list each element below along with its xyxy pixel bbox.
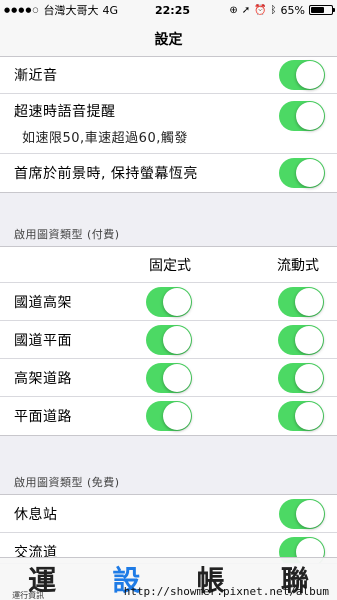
setting-label: 國道平面 [14,332,72,349]
setting-row-freeway-surface: 國道平面 [0,321,337,359]
tab-operation[interactable]: 運 運行資訊 [12,559,72,600]
navigation-bar: 設定 [0,20,337,58]
setting-label: 超速時語音提醒 [14,104,116,120]
toggle-knob [163,288,191,316]
toggle-knob [296,61,324,89]
setting-row-keep-screen-on: 首席於前景時, 保持螢幕恆亮 [0,154,337,192]
setting-sublabel: 如速限50,車速超過60,觸發 [22,131,188,146]
surface-road-mobile-toggle[interactable] [278,401,324,431]
toggle-knob [163,402,191,430]
column-header-mobile: 流動式 [277,257,319,274]
battery-fill [311,7,324,13]
network-type: 4G [102,3,119,17]
lock-rotation-icon: ⊕ [229,4,238,16]
column-header-fixed: 固定式 [149,257,191,274]
toggle-knob [296,159,324,187]
setting-label: 國道高架 [14,294,72,311]
setting-label: 休息站 [14,506,58,523]
section-header-paid: 啟用圖資類型 (付費) [14,228,120,241]
approach-sound-toggle[interactable] [279,60,325,90]
general-settings-group: 漸近音 超速時語音提醒 如速限50,車速超過60,觸發 首席於前景時, 保持螢幕… [0,56,337,193]
freeway-surface-fixed-toggle[interactable] [146,325,192,355]
setting-row-speed-alert: 超速時語音提醒 如速限50,車速超過60,觸發 [0,94,337,154]
section-header-free: 啟用圖資類型 (免費) [14,476,120,489]
keep-screen-on-toggle[interactable] [279,158,325,188]
toggle-knob [295,364,323,392]
setting-row-surface-road: 平面道路 [0,397,337,435]
surface-road-fixed-toggle[interactable] [146,401,192,431]
toggle-knob [163,326,191,354]
signal-strength-icon: ●●●●○ [4,6,40,14]
elevated-road-fixed-toggle[interactable] [146,363,192,393]
watermark-url: http://showmer.pixnet.net/album [123,585,329,598]
setting-row-freeway-elevated: 國道高架 [0,283,337,321]
bluetooth-icon: ᛒ [270,4,277,16]
carrier-name: 台灣大哥大 [43,4,99,17]
free-map-data-group: 休息站 交流道 [0,494,337,564]
status-left: ●●●●○ 台灣大哥大 4G [4,2,134,18]
speed-alert-toggle[interactable] [279,101,325,131]
toggle-knob [295,326,323,354]
toggle-knob [295,288,323,316]
tab-sublabel: 運行資訊 [12,591,45,600]
freeway-elevated-mobile-toggle[interactable] [278,287,324,317]
toggle-knob [163,364,191,392]
setting-label: 平面道路 [14,409,72,425]
battery-icon [309,5,335,15]
setting-row-elevated-road: 高架道路 [0,359,337,397]
setting-label: 高架道路 [14,370,72,387]
battery-percent: 65% [280,3,305,17]
setting-row-approach-sound: 漸近音 [0,57,337,94]
toggle-knob [296,102,324,130]
setting-label: 漸近音 [14,68,58,84]
status-right: ⊕ ➚ ⏰ ᛒ 65% [211,3,335,17]
column-header-row: 固定式 流動式 [0,247,337,283]
status-bar: ●●●●○ 台灣大哥大 4G 22:25 ⊕ ➚ ⏰ ᛒ 65% [0,0,337,20]
rest-area-toggle[interactable] [279,498,325,529]
page-title: 設定 [154,31,183,48]
setting-row-rest-area: 休息站 [0,495,337,533]
status-time: 22:25 [154,3,190,17]
freeway-elevated-fixed-toggle[interactable] [146,287,192,317]
alarm-icon: ⏰ [254,4,267,16]
toggle-knob [295,402,323,430]
paid-map-data-group: 固定式 流動式 國道高架 國道平面 高架道路 平面道路 [0,246,337,436]
toggle-knob [296,499,324,528]
elevated-road-mobile-toggle[interactable] [278,363,324,393]
freeway-surface-mobile-toggle[interactable] [278,325,324,355]
setting-label: 首席於前景時, 保持螢幕恆亮 [14,166,198,182]
location-icon: ➚ [241,4,251,16]
